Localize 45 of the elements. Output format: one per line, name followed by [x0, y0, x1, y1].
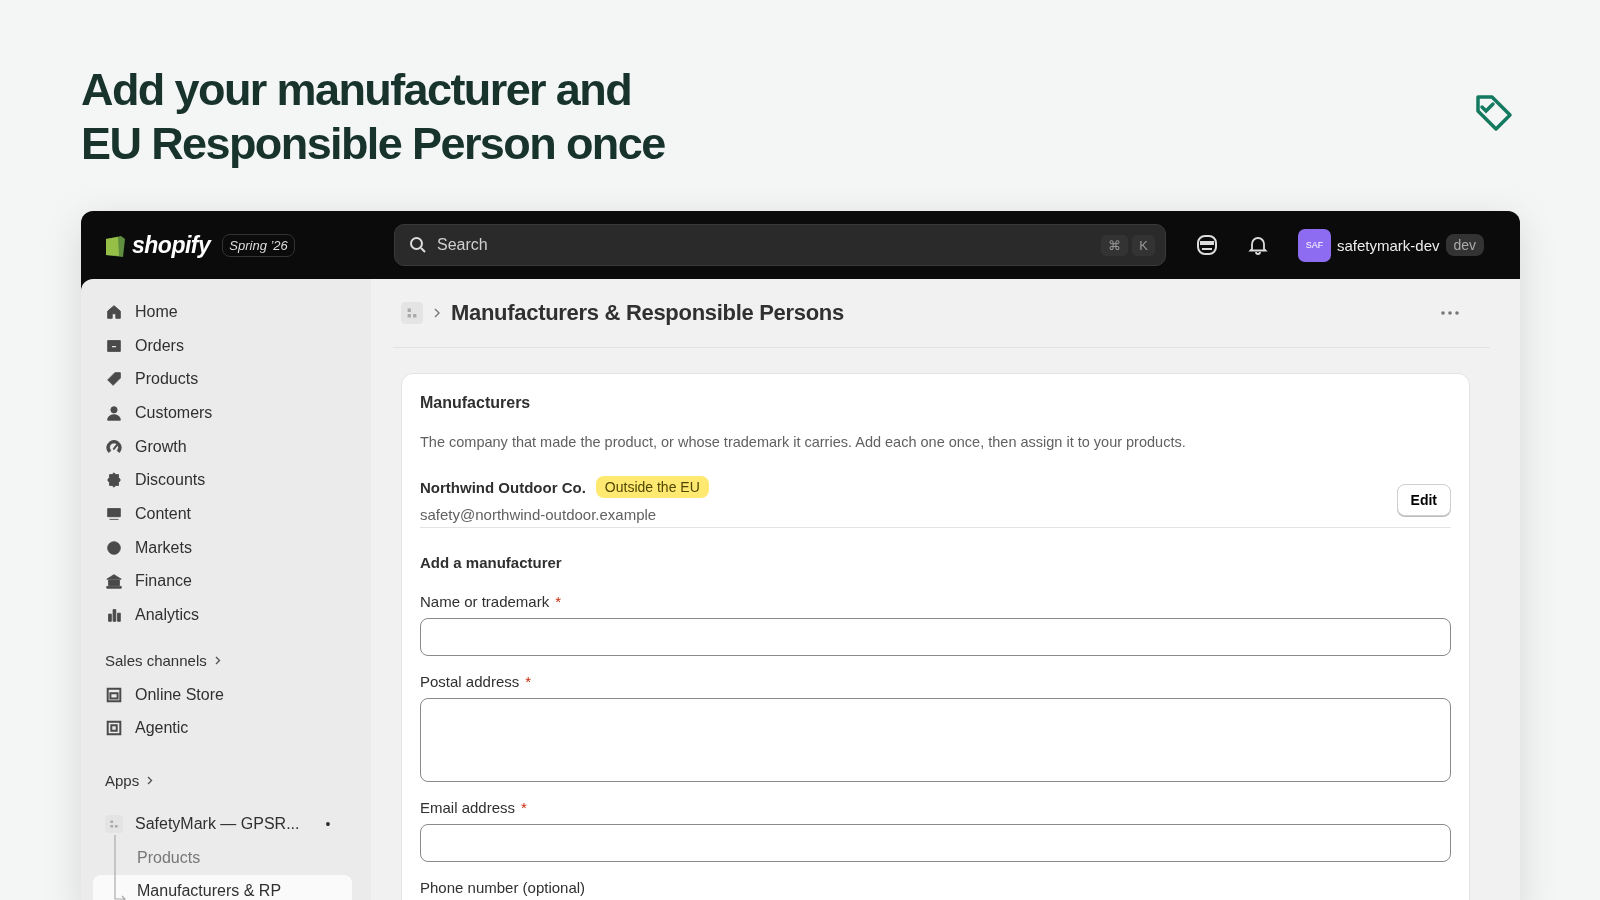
account-menu[interactable]: SAF safetymark-dev dev: [1298, 228, 1485, 262]
sidebar-item[interactable]: Markets: [103, 530, 361, 565]
app-name: SafetyMark — GPSR...: [135, 815, 300, 834]
sidebar-item[interactable]: Customers: [103, 396, 361, 430]
headline: Add your manufacturer and EU Responsible Person once: [81, 63, 665, 171]
required-mark: *: [521, 799, 527, 816]
status-dot: •: [325, 816, 331, 833]
keyboard-key: K: [1132, 234, 1155, 256]
form-title: Add a manufacturer: [420, 554, 563, 571]
store-name: safetymark-dev: [1337, 236, 1440, 254]
sidebar-item[interactable]: Online Store: [103, 677, 361, 712]
store-tag: dev: [1445, 234, 1485, 256]
sidebar-item[interactable]: Products: [103, 362, 361, 397]
section-heading[interactable]: Apps: [105, 769, 361, 792]
manufacturer-email: safety@northwind-outdoor.example: [420, 506, 658, 523]
brand-logo[interactable]: shopify: [132, 231, 211, 259]
edit-button[interactable]: Edit: [1396, 483, 1451, 516]
keyboard-key: ⌘: [1101, 234, 1129, 256]
card-title: Manufacturers: [420, 394, 532, 412]
card-description: The company that made the product, or whose trademark it carries. Add each one once, then assign it to your products.: [420, 434, 1187, 450]
sidebar-subitem[interactable]: Manufacturers & RP: [93, 874, 352, 900]
sidebar-item[interactable]: Home: [103, 295, 361, 329]
field-label: Email address: [420, 799, 516, 816]
status-badge: Outside the EU: [595, 476, 709, 498]
field-label: Name or trademark: [420, 593, 550, 610]
section-heading[interactable]: Sales channels: [105, 649, 361, 672]
sidebar-item[interactable]: Discounts: [103, 463, 361, 498]
manufacturer-name: Northwind Outdoor Co.: [420, 478, 586, 496]
edition-badge: Spring ’26: [222, 233, 295, 257]
sidebar-item[interactable]: Growth: [103, 429, 361, 464]
sidebar-item[interactable]: Analytics: [103, 598, 361, 632]
field-label: Postal address: [420, 673, 520, 690]
required-mark: *: [525, 673, 532, 690]
sidebar-item[interactable]: Agentic: [103, 711, 361, 746]
sidebar-item[interactable]: Content: [103, 497, 361, 531]
sidebar-item[interactable]: Finance: [103, 564, 361, 599]
search-bar[interactable]: Search ⌘ K: [394, 224, 1166, 266]
sidebar-subitem[interactable]: Products: [93, 840, 352, 875]
page-title: Manufacturers & Responsible Persons: [451, 300, 845, 326]
sidebar-item[interactable]: Orders: [103, 328, 361, 363]
app-item[interactable]: SafetyMark — GPSR... •: [103, 807, 361, 841]
field-label: Phone number (optional): [420, 879, 586, 896]
store-avatar: SAF: [1298, 228, 1331, 262]
search-field[interactable]: Search: [435, 235, 1094, 255]
required-mark: *: [555, 593, 562, 610]
